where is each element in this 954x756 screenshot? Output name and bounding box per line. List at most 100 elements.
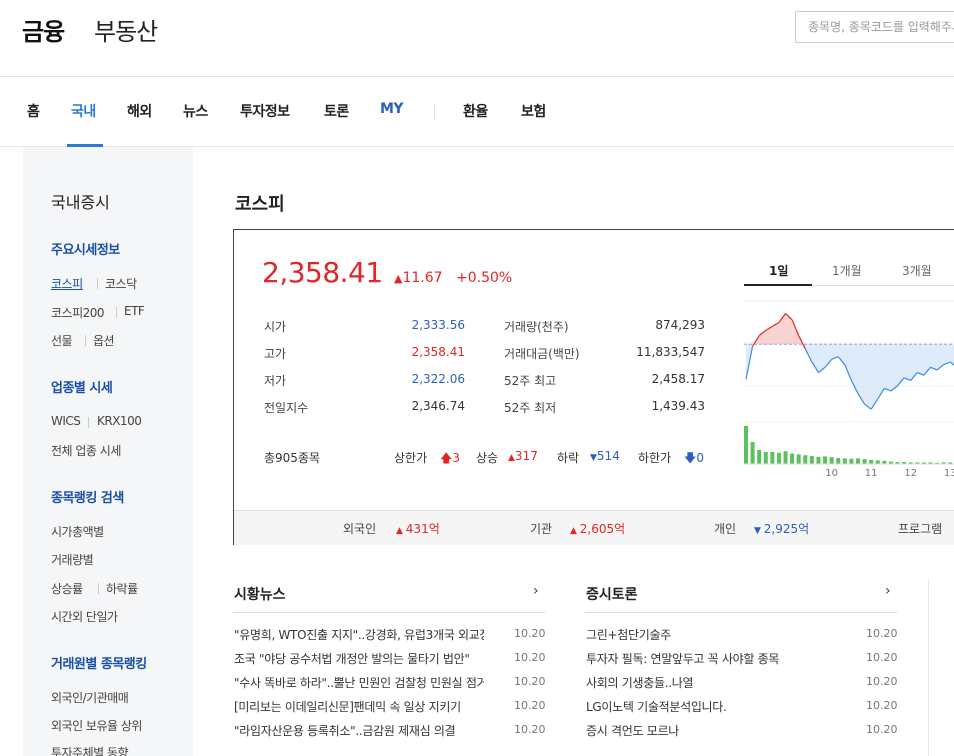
sidebar-item-kosdaq[interactable]: 코스닥 — [105, 275, 137, 292]
stat-label: 고가 — [264, 347, 287, 361]
volume-bar — [809, 456, 814, 464]
news-divider — [233, 612, 545, 613]
nav-news[interactable]: 뉴스 — [183, 101, 208, 121]
stat-value: 2,322.06 — [411, 372, 465, 386]
sidebar-item-all-sectors[interactable]: 전체 업종 시세 — [51, 442, 121, 459]
tab-1day[interactable]: 1일 — [769, 262, 788, 279]
sidebar-item-foreign-holding[interactable]: 외국인 보유율 상위 — [51, 717, 142, 734]
chevron-right-icon[interactable]: › — [533, 583, 539, 599]
sidebar-separator — [116, 307, 117, 318]
lower-limit-value: 0 — [696, 451, 704, 465]
news-date: 10.20 — [514, 627, 546, 640]
sidebar-head-market[interactable]: 주요시세정보 — [51, 239, 120, 258]
sidebar-title: 국내증시 — [51, 193, 110, 212]
stat-label: 거래대금(백만) — [504, 347, 580, 361]
main-nav: 홈 국내 해외 뉴스 투자정보 토론 MY 환율 보험 — [0, 77, 954, 147]
volume-bar — [763, 452, 768, 464]
volume-bar — [856, 458, 860, 464]
chart-area-segment — [943, 344, 951, 365]
forum-item[interactable]: 증시 격언도 모르나 — [586, 722, 836, 739]
sidebar-item-krx100[interactable]: KRX100 — [97, 414, 142, 428]
nav-exchange[interactable]: 환율 — [463, 101, 488, 121]
sidebar-item-kospi200[interactable]: 코스피200 — [51, 304, 105, 321]
sidebar-head-sector[interactable]: 업종별 시세 — [51, 377, 113, 396]
sidebar-item-after-hours[interactable]: 시간외 단일가 — [51, 608, 118, 625]
volume-bar — [776, 452, 781, 464]
nav-investment-info[interactable]: 투자정보 — [240, 101, 290, 121]
tab-active-indicator — [744, 284, 812, 286]
tab-1month[interactable]: 1개월 — [832, 262, 862, 279]
lower-limit: 🡇0 — [684, 449, 704, 470]
volume-bar — [823, 456, 828, 464]
volume-bar — [816, 456, 821, 464]
volume-bar — [750, 442, 755, 464]
x-tick-label: 12 — [904, 468, 917, 479]
news-item[interactable]: [미리보는 이데일리신문]팬데믹 속 일상 지키기 — [234, 698, 484, 715]
forum-date: 10.20 — [866, 627, 898, 640]
nav-overseas[interactable]: 해외 — [127, 101, 152, 121]
tab-3month[interactable]: 3개월 — [902, 262, 932, 279]
nav-my[interactable]: MY — [380, 101, 404, 117]
total-stocks: 총905종목 — [264, 451, 321, 465]
upper-limit-label: 상한가 — [394, 451, 428, 465]
brand-finance[interactable]: 금융 — [22, 12, 65, 47]
sidebar-item-rise-rate[interactable]: 상승률 — [51, 580, 83, 597]
brand-realestate[interactable]: 부동산 — [94, 12, 158, 47]
down-count-value: 514 — [596, 449, 620, 463]
forum-item[interactable]: 그린+첨단기술주 — [586, 626, 836, 643]
index-box: 2,358.41 ▲11.67 +0.50% 시가 2,333.56 고가 2,… — [233, 229, 954, 545]
investor-bar: 외국인 ▲ 431억 기관 ▲ 2,605억 개인 ▼ 2,925억 프로그램 — [234, 510, 954, 545]
nav-home[interactable]: 홈 — [27, 101, 40, 121]
news-item[interactable]: "유명희, WTO진출 지지"..강경화, 유럽3개국 외교장관과 통화 — [234, 626, 484, 643]
sidebar-item-wics[interactable]: WICS — [51, 414, 81, 428]
sidebar-item-kospi[interactable]: 코스피 — [51, 275, 83, 292]
news-item[interactable]: 조국 "야당 공수처법 개정안 발의는 물타기 법안" — [234, 650, 484, 667]
investor-individual-label: 개인 — [714, 522, 737, 536]
intraday-chart[interactable]: 10 11 12 13 — [744, 300, 954, 480]
forum-item[interactable]: 사회의 기생충들..나열 — [586, 674, 836, 691]
x-tick-label: 10 — [825, 468, 838, 479]
chart-area-segment — [890, 344, 898, 391]
nav-insurance[interactable]: 보험 — [521, 101, 546, 121]
sidebar-head-broker[interactable]: 거래원별 종목랭킹 — [51, 653, 147, 672]
down-count: ▼514 — [590, 449, 620, 463]
investor-foreign-label: 외국인 — [343, 522, 377, 536]
stat-label: 저가 — [264, 374, 287, 388]
sidebar-separator — [88, 417, 89, 428]
news-item[interactable]: "라임자산운용 등록취소"..금감원 제재심 의결 — [234, 722, 484, 739]
forum-item[interactable]: 투자자 필독: 연말앞두고 꼭 사야할 종목 — [586, 650, 836, 667]
forum-item[interactable]: LG이노텍 기술적분석입니다. — [586, 698, 836, 715]
chart-area-segment — [844, 344, 852, 381]
volume-bar — [790, 453, 795, 464]
chart-area-segment — [904, 344, 911, 381]
stat-label: 거래량(천주) — [504, 320, 569, 334]
sidebar-item-foreign-inst[interactable]: 외국인/기관매매 — [51, 689, 129, 706]
sidebar-item-investor-trend[interactable]: 투자주체별 동향 — [51, 744, 129, 756]
search-input[interactable] — [795, 11, 954, 43]
forum-date: 10.20 — [866, 723, 898, 736]
news-item[interactable]: "수사 똑바로 하라"..뿔난 민원인 검찰청 민원실 점거 — [234, 674, 484, 691]
forum-date: 10.20 — [866, 699, 898, 712]
stat-value: 1,439.43 — [651, 399, 705, 413]
index-value: 2,358.41 — [262, 256, 383, 289]
sidebar-item-fall-rate[interactable]: 하락률 — [106, 580, 138, 597]
sidebar-item-market-cap[interactable]: 시가총액별 — [51, 523, 104, 540]
chevron-right-icon[interactable]: › — [885, 583, 891, 599]
up-arrow-icon: ▲ — [570, 526, 580, 536]
sidebar-item-futures[interactable]: 선물 — [51, 332, 73, 349]
sidebar-item-options[interactable]: 옵션 — [93, 332, 115, 349]
sidebar-item-etf[interactable]: ETF — [124, 304, 145, 318]
news-title[interactable]: 시황뉴스 — [234, 584, 286, 604]
nav-discussion[interactable]: 토론 — [324, 101, 349, 121]
sidebar-head-ranking[interactable]: 종목랭킹 검색 — [51, 487, 124, 506]
volume-bar — [796, 454, 801, 464]
forum-title[interactable]: 증시토론 — [586, 584, 638, 604]
stat-value: 2,358.41 — [411, 345, 465, 359]
nav-domestic[interactable]: 국내 — [71, 101, 96, 121]
chart-area-segment — [884, 344, 891, 391]
sidebar-item-volume[interactable]: 거래량별 — [51, 551, 94, 568]
chart-area-segment — [917, 344, 924, 376]
chart-area-segment — [910, 344, 918, 381]
volume-bar — [842, 458, 847, 464]
thick-down-arrow-icon: 🡇 — [684, 451, 697, 465]
